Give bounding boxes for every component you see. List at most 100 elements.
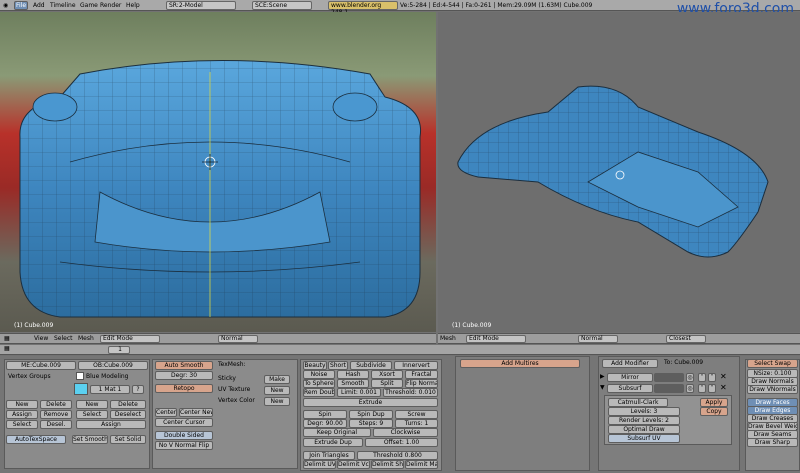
vgroup-select-button[interactable]: Select <box>6 420 38 429</box>
editor-type-icon[interactable]: ▦ <box>4 335 10 343</box>
draw-sharp-button[interactable]: Draw Sharp <box>747 438 798 447</box>
draw-vnormals-button[interactable]: Draw VNormals <box>747 385 798 394</box>
short-button[interactable]: Short <box>328 361 348 370</box>
menu-mesh-right[interactable]: Mesh <box>440 335 456 343</box>
clockwise-button[interactable]: Clockwise <box>373 428 438 437</box>
levels-field[interactable]: Levels: 3 <box>608 407 680 416</box>
autotexspace-button[interactable]: AutoTexSpace <box>6 435 66 444</box>
set-solid-button[interactable]: Set Solid <box>110 435 146 444</box>
mirror-expand-icon[interactable]: ▶ <box>600 373 605 381</box>
viewport-right[interactable]: (1) Cube.009 <box>438 12 800 332</box>
material-help-button[interactable]: ? <box>132 385 144 394</box>
subsurf-toggles[interactable] <box>654 384 684 393</box>
mirror-cage-icon[interactable]: ◎ <box>686 373 694 382</box>
double-sided-button[interactable]: Double Sided <box>155 431 213 440</box>
material-delete-button[interactable]: Delete <box>110 400 146 409</box>
degr-field[interactable]: Degr: 30 <box>155 371 213 380</box>
delimit-mat-button[interactable]: Delimit Mat <box>405 460 438 469</box>
to-sphere-button[interactable]: To Sphere <box>303 379 335 388</box>
mirror-delete-icon[interactable]: ✕ <box>720 373 727 381</box>
buttons-icon[interactable]: ▦ <box>4 345 10 352</box>
offset-field[interactable]: Offset: 1.00 <box>365 438 438 447</box>
steps-field[interactable]: Steps: 9 <box>349 419 393 428</box>
viewport-left[interactable]: (1) Cube.009 <box>0 12 436 332</box>
copy-button[interactable]: Copy <box>700 407 728 416</box>
mirror-down-icon[interactable]: ˅ <box>708 373 716 382</box>
center-new-button[interactable]: Center New <box>179 408 213 417</box>
delimit-sharp-button[interactable]: Delimit Shar <box>371 460 404 469</box>
flip-normal-button[interactable]: Flip Normal <box>405 379 438 388</box>
fractal-button[interactable]: Fractal <box>405 370 438 379</box>
split-button[interactable]: Split <box>371 379 403 388</box>
limit-field[interactable]: Limit: 0.001 <box>337 388 381 397</box>
extrude-button[interactable]: Extrude <box>303 398 438 407</box>
center-cursor-button[interactable]: Center Cursor <box>155 418 213 427</box>
material-slot[interactable]: 1 Mat 1 <box>90 385 130 394</box>
sticky-make-button[interactable]: Make <box>264 375 290 384</box>
menu-game[interactable]: Game <box>80 1 98 10</box>
subsurf-modifier-name[interactable]: Subsurf <box>607 384 653 393</box>
material-deselect-button[interactable]: Deselect <box>110 410 146 419</box>
mirror-modifier-name[interactable]: Mirror <box>607 373 653 382</box>
degr-90-field[interactable]: Degr: 90.00 <box>303 419 347 428</box>
mode-selector-right[interactable]: Edit Mode <box>466 335 526 343</box>
screw-button[interactable]: Screw <box>395 410 438 419</box>
menu-select[interactable]: Select <box>54 335 73 343</box>
set-smooth-button[interactable]: Set Smooth <box>72 435 108 444</box>
menu-add[interactable]: Add <box>33 1 45 10</box>
material-assign-button[interactable]: Assign <box>76 420 146 429</box>
select-swap-button[interactable]: Select Swap <box>747 359 798 368</box>
material-select-button[interactable]: Select <box>76 410 108 419</box>
turns-field[interactable]: Turns: 1 <box>395 419 438 428</box>
extrude-dup-button[interactable]: Extrude Dup <box>303 438 363 447</box>
material-preview-swatch[interactable] <box>74 383 88 395</box>
scene-selector[interactable]: SCE:Scene <box>252 1 312 10</box>
vertex-color-new-button[interactable]: New <box>264 397 290 406</box>
add-modifier-button[interactable]: Add Modifier <box>602 359 658 368</box>
vgroup-deselect-button[interactable]: Desel. <box>40 420 72 429</box>
menu-mesh[interactable]: Mesh <box>78 335 94 343</box>
menu-view[interactable]: View <box>34 335 48 343</box>
subdivide-button[interactable]: Subdivide <box>350 361 392 370</box>
mirror-toggles[interactable] <box>654 373 684 382</box>
material-new-button[interactable]: New <box>76 400 108 409</box>
apply-button[interactable]: Apply <box>700 398 728 407</box>
smooth-button[interactable]: Smooth <box>337 379 369 388</box>
auto-smooth-button[interactable]: Auto Smooth <box>155 361 213 370</box>
frame-field[interactable]: 1 <box>108 346 130 354</box>
vgroup-remove-button[interactable]: Remove <box>40 410 72 419</box>
vgroup-assign-button[interactable]: Assign <box>6 410 38 419</box>
vgroup-new-button[interactable]: New <box>6 400 38 409</box>
threshold-field[interactable]: Threshold: 0.010 <box>383 388 438 397</box>
add-multires-button[interactable]: Add Multires <box>460 359 580 368</box>
no-v-normal-flip-button[interactable]: No V Normal Flip <box>155 441 213 450</box>
subsurf-cage-icon[interactable]: ◎ <box>686 384 694 393</box>
subsurf-uv-button[interactable]: Subsurf UV <box>608 434 680 443</box>
join-threshold-field[interactable]: Threshold 0.800 <box>357 451 438 460</box>
subsurf-expand-icon[interactable]: ▼ <box>600 384 605 392</box>
rem-doubles-button[interactable]: Rem Doubl <box>303 388 335 397</box>
retopo-button[interactable]: Retopo <box>155 384 213 393</box>
delimit-vcol-button[interactable]: Delimit Vcol <box>337 460 370 469</box>
menu-timeline[interactable]: Timeline <box>50 1 76 10</box>
menu-render[interactable]: Render <box>100 1 121 10</box>
uv-texture-new-button[interactable]: New <box>264 386 290 395</box>
render-levels-field[interactable]: Render Levels: 2 <box>608 416 680 425</box>
beauty-button[interactable]: Beauty <box>303 361 327 370</box>
material-color-swatch[interactable] <box>76 372 84 380</box>
xsort-button[interactable]: Xsort <box>371 370 403 379</box>
noise-button[interactable]: Noise <box>303 370 335 379</box>
mode-selector[interactable]: Edit Mode <box>100 335 160 343</box>
innervert-button[interactable]: Innervert <box>394 361 438 370</box>
spin-button[interactable]: Spin <box>303 410 347 419</box>
screen-selector[interactable]: SR:2-Model <box>166 1 236 10</box>
shading-selector-right[interactable]: Normal <box>578 335 618 343</box>
hash-button[interactable]: Hash <box>337 370 369 379</box>
menu-file[interactable]: File <box>14 1 28 10</box>
vgroup-delete-button[interactable]: Delete <box>40 400 72 409</box>
optimal-draw-button[interactable]: Optimal Draw <box>608 425 680 434</box>
mesh-name-field[interactable]: ME:Cube.009 <box>6 361 76 370</box>
blender-logo-icon[interactable]: ◉ <box>3 1 8 10</box>
join-triangles-button[interactable]: Join Triangles <box>303 451 355 460</box>
object-name-field[interactable]: OB:Cube.009 <box>78 361 148 370</box>
